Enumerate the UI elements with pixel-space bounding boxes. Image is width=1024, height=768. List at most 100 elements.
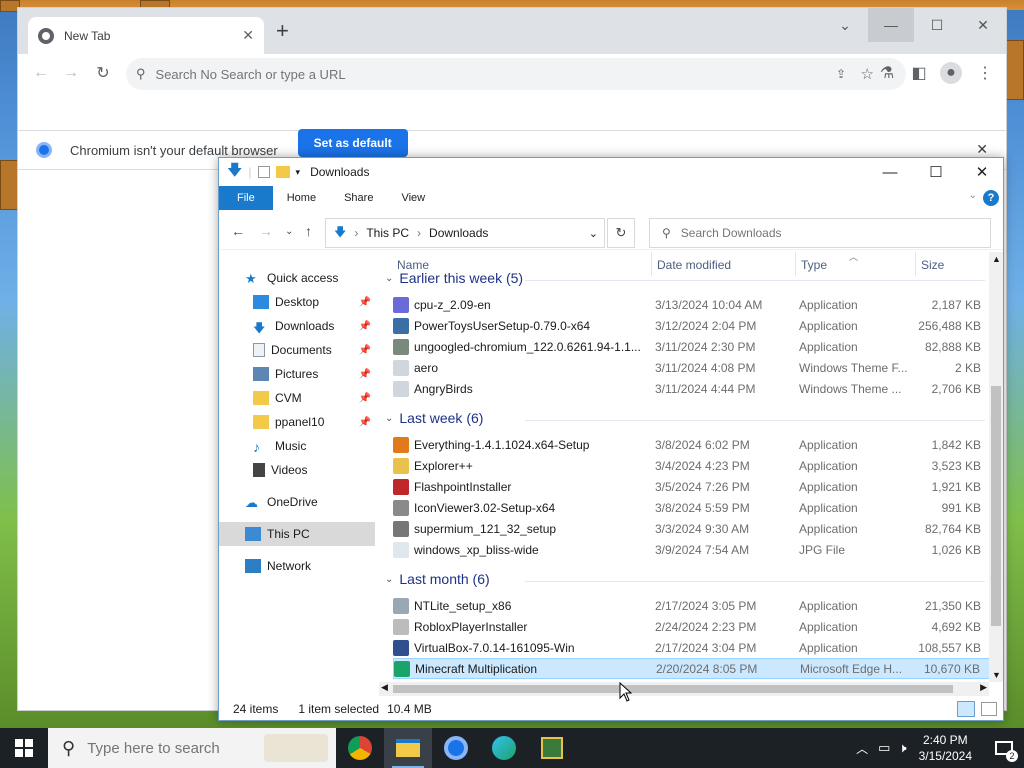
taskbar-search-input[interactable] xyxy=(87,739,268,757)
collapse-chevron-icon[interactable]: ⌄ xyxy=(385,273,393,284)
large-icons-view-icon[interactable] xyxy=(981,702,997,716)
address-bar[interactable]: 🡇 › This PC › Downloads ⌄ xyxy=(325,218,605,248)
nav-item-music[interactable]: ♪ Music xyxy=(219,434,375,458)
breadcrumb-this-pc[interactable]: This PC xyxy=(366,226,409,240)
column-date-modified[interactable]: Date modified xyxy=(657,258,731,272)
bookmark-star-icon[interactable]: ☆ xyxy=(861,65,874,83)
collapse-chevron-icon[interactable]: ⌄ xyxy=(385,413,393,424)
reload-icon[interactable]: ↻ xyxy=(92,62,114,84)
minimize-button[interactable]: — xyxy=(868,8,914,42)
scroll-up-icon[interactable]: ▲ xyxy=(992,254,1001,264)
file-row[interactable]: IconViewer3.02-Setup-x64 3/8/2024 5:59 PM… xyxy=(393,497,989,518)
search-box[interactable]: ⚲ xyxy=(649,218,991,248)
taskbar-file-explorer[interactable] xyxy=(384,728,432,768)
tab-share[interactable]: Share xyxy=(330,186,387,210)
new-tab-button[interactable]: + xyxy=(276,20,289,42)
extensions-icon[interactable]: ⚗ xyxy=(876,62,898,84)
tab-search-icon[interactable]: ⌄ xyxy=(822,8,868,42)
file-row[interactable]: VirtualBox-7.0.14-161095-Win 2/17/2024 3:… xyxy=(393,637,989,658)
back-icon[interactable]: ← xyxy=(30,62,52,84)
group-header[interactable]: ⌄ Last week (6) xyxy=(385,410,985,426)
nav-item-desktop[interactable]: Desktop 📌 xyxy=(219,290,375,314)
group-header[interactable]: ⌄ Last month (6) xyxy=(385,571,985,587)
forward-icon[interactable]: → xyxy=(60,62,82,84)
group-header[interactable]: ⌄ Earlier this week (5) xyxy=(385,270,985,286)
new-folder-icon[interactable] xyxy=(275,166,290,178)
properties-icon[interactable] xyxy=(257,166,270,178)
taskbar-app[interactable] xyxy=(528,728,576,768)
taskbar-chrome[interactable] xyxy=(336,728,384,768)
horizontal-scrollbar[interactable]: ◀ ▶ xyxy=(379,682,989,696)
tab-file[interactable]: File xyxy=(219,186,273,210)
explorer-minimize-button[interactable]: — xyxy=(867,158,913,186)
profile-avatar-icon[interactable]: ● xyxy=(940,62,962,84)
file-row[interactable]: RobloxPlayerInstaller 2/24/2024 2:23 PM Ap… xyxy=(393,616,989,637)
notification-center-button[interactable]: 2 xyxy=(984,728,1024,768)
refresh-icon[interactable]: ↻ xyxy=(607,218,635,248)
file-row[interactable]: AngryBirds 3/11/2024 4:44 PM Windows Theme… xyxy=(393,378,989,399)
start-button[interactable] xyxy=(0,728,48,768)
file-row[interactable]: Minecraft Multiplication 2/20/2024 8:05 P… xyxy=(393,658,989,679)
omnibox-input[interactable] xyxy=(155,66,756,82)
customize-dropdown-icon[interactable]: ▾ xyxy=(296,167,301,178)
breadcrumb-downloads[interactable]: Downloads xyxy=(429,226,488,240)
omnibox[interactable]: ⚲ ⇪ ☆ xyxy=(126,58,906,90)
file-row[interactable]: FlashpointInstaller 3/5/2024 7:26 PM Appli… xyxy=(393,476,989,497)
column-size[interactable]: Size xyxy=(921,258,944,272)
recent-locations-icon[interactable]: ⌄ xyxy=(285,226,293,237)
nav-item-cvm[interactable]: CVM 📌 xyxy=(219,386,375,410)
network-icon[interactable]: ▭ xyxy=(878,740,890,756)
file-row[interactable]: cpu-z_2.09-en 3/13/2024 10:04 AM Applicati… xyxy=(393,294,989,315)
forward-arrow-icon[interactable]: → xyxy=(259,223,273,239)
file-row[interactable]: ungoogled-chromium_122.0.6261.94-1.1... 3… xyxy=(393,336,989,357)
close-tab-icon[interactable]: ✕ xyxy=(242,27,254,44)
expand-ribbon-icon[interactable]: ⌄ xyxy=(969,190,977,201)
horizontal-scroll-thumb[interactable] xyxy=(393,685,953,693)
file-row[interactable]: PowerToysUserSetup-0.79.0-x64 3/12/2024 2… xyxy=(393,315,989,336)
tab-view[interactable]: View xyxy=(387,186,439,210)
file-row[interactable]: NTLite_setup_x86 2/17/2024 3:05 PM Applica… xyxy=(393,595,989,616)
help-icon[interactable]: ? xyxy=(983,190,999,206)
share-icon[interactable]: ⇪ xyxy=(836,67,846,81)
scroll-right-icon[interactable]: ▶ xyxy=(980,682,987,693)
nav-onedrive[interactable]: ☁ OneDrive xyxy=(219,490,375,514)
vertical-scroll-thumb[interactable] xyxy=(991,386,1001,626)
search-downloads-input[interactable] xyxy=(680,226,961,240)
maximize-button[interactable]: ☐ xyxy=(914,8,960,42)
file-row[interactable]: aero 3/11/2024 4:08 PM Windows Theme F... 2… xyxy=(393,357,989,378)
taskbar-search[interactable]: ⚲ xyxy=(48,728,336,768)
taskbar-edge[interactable] xyxy=(480,728,528,768)
tray-overflow-icon[interactable]: ︿ xyxy=(856,740,868,757)
file-row[interactable]: windows_xp_bliss-wide 3/9/2024 7:54 AM JPG… xyxy=(393,539,989,560)
tab-new-tab[interactable]: New Tab ✕ xyxy=(28,17,264,54)
back-arrow-icon[interactable]: ← xyxy=(231,223,245,239)
taskbar-chromium[interactable] xyxy=(432,728,480,768)
up-arrow-icon[interactable]: ↑ xyxy=(305,223,312,239)
nav-item-documents[interactable]: Documents 📌 xyxy=(219,338,375,362)
nav-network[interactable]: Network xyxy=(219,554,375,578)
nav-item-videos[interactable]: Videos xyxy=(219,458,375,482)
close-button[interactable]: ✕ xyxy=(960,8,1006,42)
collapse-chevron-icon[interactable]: ⌄ xyxy=(385,574,393,585)
file-row[interactable]: Explorer++ 3/4/2024 4:23 PM Application 3,5… xyxy=(393,455,989,476)
nav-item-downloads[interactable]: 🡇 Downloads 📌 xyxy=(219,314,375,338)
set-as-default-button[interactable]: Set as default xyxy=(297,129,408,157)
volume-muted-icon[interactable]: 🕨 xyxy=(898,740,906,756)
address-dropdown-icon[interactable]: ⌄ xyxy=(589,227,598,240)
file-row[interactable]: supermium_121_32_setup 3/3/2024 9:30 AM Ap… xyxy=(393,518,989,539)
side-panel-icon[interactable]: ◧ xyxy=(908,62,930,84)
nav-item-ppanel10[interactable]: ppanel10 📌 xyxy=(219,410,375,434)
explorer-close-button[interactable]: ✕ xyxy=(959,158,1005,186)
nav-this-pc[interactable]: This PC xyxy=(219,522,375,546)
close-infobar-icon[interactable]: ✕ xyxy=(976,141,988,158)
menu-kebab-icon[interactable]: ⋮ xyxy=(974,62,996,84)
vertical-scrollbar[interactable]: ▲ ▼ xyxy=(989,252,1003,682)
explorer-maximize-button[interactable]: ☐ xyxy=(913,158,959,186)
column-type[interactable]: Type xyxy=(801,258,827,272)
scroll-down-icon[interactable]: ▼ xyxy=(992,670,1001,680)
nav-quick-access[interactable]: ★ Quick access xyxy=(219,266,375,290)
clock[interactable]: 2:40 PM 3/15/2024 xyxy=(919,732,972,764)
details-view-icon[interactable] xyxy=(957,701,975,717)
tab-home[interactable]: Home xyxy=(273,186,330,210)
nav-item-pictures[interactable]: Pictures 📌 xyxy=(219,362,375,386)
